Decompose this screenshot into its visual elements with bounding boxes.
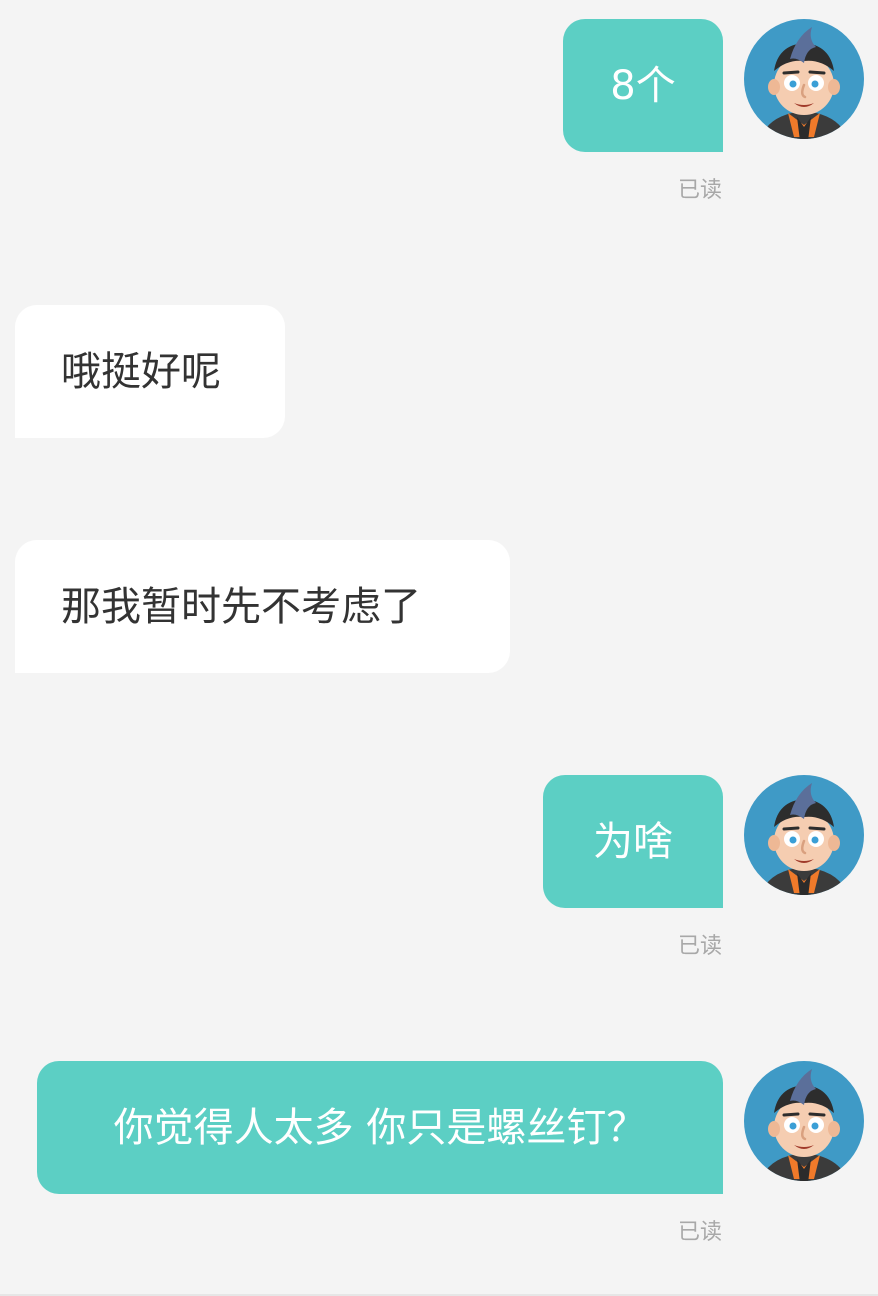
- cartoon-man-avatar-icon: [744, 775, 864, 895]
- avatar[interactable]: [744, 775, 864, 895]
- read-receipt: 已读: [677, 178, 722, 203]
- message-text: 哦挺好呢: [61, 348, 221, 395]
- message-bubble-outgoing[interactable]: 你觉得人太多 你只是螺丝钉？: [37, 1061, 723, 1194]
- read-receipt: 已读: [677, 934, 722, 959]
- cartoon-man-avatar-icon: [744, 1061, 864, 1181]
- message-bubble-outgoing[interactable]: 8个: [563, 19, 723, 152]
- cartoon-man-avatar-icon: [744, 19, 864, 139]
- avatar[interactable]: [744, 1061, 864, 1181]
- message-bubble-incoming[interactable]: 那我暂时先不考虑了: [15, 540, 510, 673]
- message-text: 为啥: [593, 818, 673, 865]
- message-bubble-incoming[interactable]: 哦挺好呢: [15, 305, 285, 438]
- message-text: 那我暂时先不考虑了: [61, 583, 421, 630]
- avatar[interactable]: [744, 19, 864, 139]
- read-receipt: 已读: [677, 1220, 722, 1245]
- message-bubble-outgoing[interactable]: 为啥: [543, 775, 723, 908]
- message-text: 你觉得人太多 你只是螺丝钉？: [113, 1104, 647, 1151]
- message-text: 8个: [610, 62, 676, 109]
